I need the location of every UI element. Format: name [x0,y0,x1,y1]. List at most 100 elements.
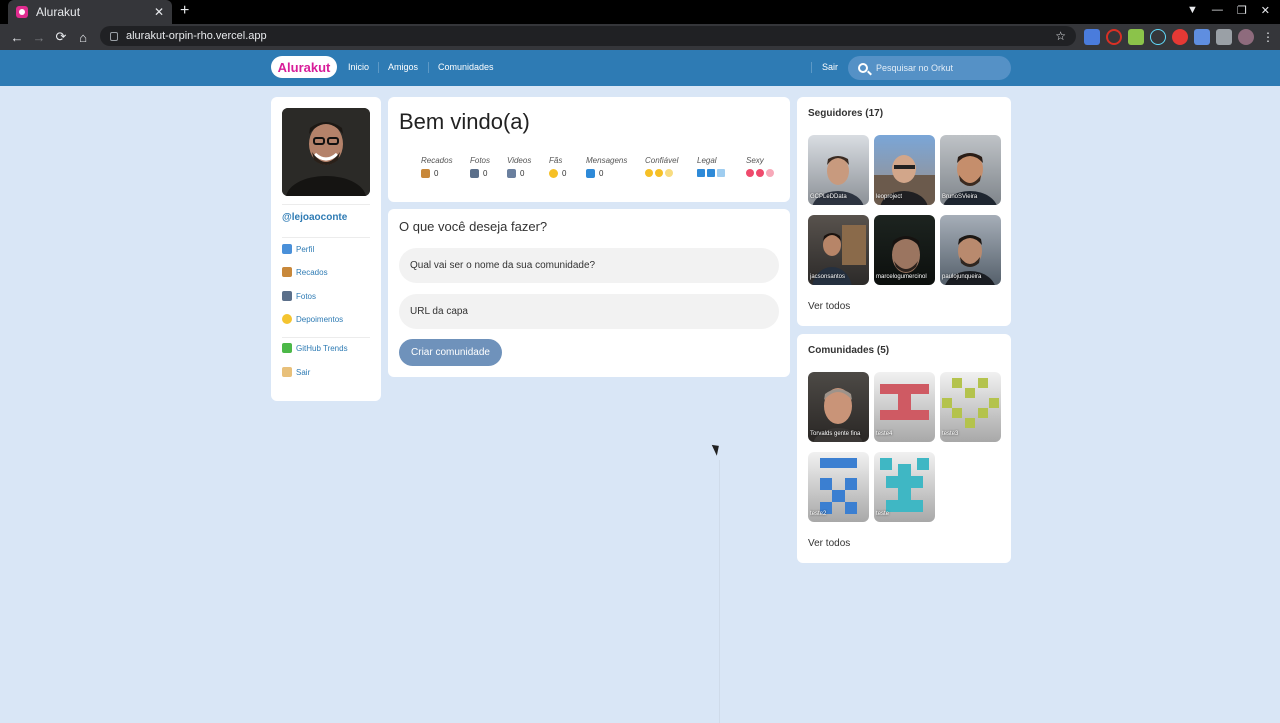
sidebar-item-label: GitHub Trends [296,343,348,353]
nav-divider [378,62,379,73]
community-card[interactable]: teste2 [808,452,869,522]
react-devtools-icon[interactable] [1150,29,1166,45]
follower-name: GCPLeDData [810,194,847,200]
camera-icon [470,169,479,178]
alurakut-logo[interactable]: Alurakut [271,56,337,78]
nav-inicio[interactable]: Inicio [348,62,369,72]
screen-extension-icon[interactable] [1194,29,1210,45]
stat-label: Fotos [470,156,491,165]
community-card[interactable]: teste3 [940,372,1001,442]
follower-name: marcelogumercinol [876,274,927,280]
stat-fas: Fãs 0 [549,156,566,178]
smiley-icon [655,169,663,177]
follower-card[interactable]: BrunoSVieira [940,135,1001,205]
counter-extension-icon[interactable] [1128,29,1144,45]
followers-see-all-link[interactable]: Ver todos [808,301,850,312]
mail-icon [586,169,595,178]
heart-icon [746,169,754,177]
follower-card[interactable]: leoproject [874,135,935,205]
stat-videos: Videos 0 [507,156,531,178]
logout-icon [282,367,292,377]
book-icon [282,267,292,277]
profile-avatar-icon[interactable] [1238,29,1254,45]
sun-icon [282,314,292,324]
minimize-button[interactable]: — [1212,4,1223,17]
sidebar-item-github-trends[interactable]: GitHub Trends [282,343,348,353]
ice-cube-icon [697,169,705,177]
tab-close-icon[interactable]: ✕ [154,5,164,19]
home-button[interactable]: ⌂ [72,30,94,45]
sidebar-item-label: Fotos [296,291,317,301]
forward-button[interactable]: → [28,30,50,45]
follower-card[interactable]: jacsonsantos [808,215,869,285]
rating-confiavel: Confiável [645,156,678,177]
url-text[interactable]: alurakut-orpin-rho.vercel.app [126,30,1055,42]
nav-comunidades[interactable]: Comunidades [438,62,494,72]
maximize-button[interactable]: ❐ [1237,4,1247,17]
stat-value: 0 [483,169,488,178]
smiley-icon [665,169,673,177]
stat-mensagens: Mensagens 0 [586,156,627,178]
nav-amigos[interactable]: Amigos [388,62,418,72]
sidebar-item-depoimentos[interactable]: Depoimentos [282,314,343,324]
book-icon [421,169,430,178]
kebab-menu-icon[interactable]: ⋮ [1260,29,1276,45]
sidebar-item-fotos[interactable]: Fotos [282,291,316,301]
community-name-input[interactable] [399,248,779,283]
ice-cube-icon [707,169,715,177]
create-community-button[interactable]: Criar comunidade [399,339,502,366]
record-extension-icon[interactable] [1172,29,1188,45]
search-box[interactable] [848,56,1011,80]
follower-card[interactable]: paulojunqueira [940,215,1001,285]
back-button[interactable]: ← [6,30,28,45]
communities-see-all-link[interactable]: Ver todos [808,538,850,549]
star-icon [549,169,558,178]
community-name: teste4 [876,431,893,437]
sidebar-item-sair[interactable]: Sair [282,367,310,377]
nav-divider [811,62,812,73]
stat-label: Videos [507,156,532,165]
lock-icon [110,31,118,41]
search-input[interactable] [876,63,1006,73]
community-card[interactable]: Torvalds gente fina [808,372,869,442]
address-bar[interactable]: alurakut-orpin-rho.vercel.app ☆ [100,26,1076,46]
translate-extension-icon[interactable] [1084,29,1100,45]
blocker-extension-icon[interactable] [1106,29,1122,45]
header-logout-link[interactable]: Sair [822,62,838,72]
follower-card[interactable]: GCPLeDData [808,135,869,205]
app-header [0,50,1280,86]
browser-tabstrip: Alurakut ✕ + ▼ — ❐ ✕ [0,0,1280,24]
tab-title: Alurakut [36,5,81,19]
username-link[interactable]: @lejoaoconte [282,212,347,223]
sidebar-item-label: Perfil [296,244,315,254]
plus-icon [282,343,292,353]
stat-label: Legal [697,156,717,165]
stat-fotos: Fotos 0 [470,156,490,178]
stat-label: Mensagens [586,156,628,165]
sidebar-item-label: Recados [296,267,328,277]
ice-cube-icon [717,169,725,177]
community-card[interactable]: teste [874,452,935,522]
puzzle-icon[interactable] [1216,29,1232,45]
follower-card[interactable]: marcelogumercinol [874,215,935,285]
reload-button[interactable]: ⟳ [50,29,72,45]
new-tab-button[interactable]: + [180,2,189,20]
divider [282,204,370,205]
sidebar-item-recados[interactable]: Recados [282,267,328,277]
window-controls: ▼ — ❐ ✕ [1187,4,1270,17]
community-card[interactable]: teste4 [874,372,935,442]
browser-tab[interactable]: Alurakut ✕ [8,0,172,24]
create-community-heading: O que você deseja fazer? [399,219,548,234]
sidebar-item-perfil[interactable]: Perfil [282,244,314,254]
stat-label: Confiável [645,156,679,165]
page-guide-line [719,460,720,723]
user-avatar[interactable] [282,108,370,196]
browser-toolbar: ← → ⟳ ⌂ alurakut-orpin-rho.vercel.app ☆ … [0,24,1280,50]
stat-value: 0 [520,169,525,178]
bookmark-star-icon[interactable]: ☆ [1055,29,1066,43]
heart-icon [756,169,764,177]
community-cover-url-input[interactable] [399,294,779,329]
close-window-button[interactable]: ✕ [1261,4,1270,17]
page-title: Bem vindo(a) [399,109,530,134]
profile-menu-icon[interactable]: ▼ [1187,4,1198,17]
